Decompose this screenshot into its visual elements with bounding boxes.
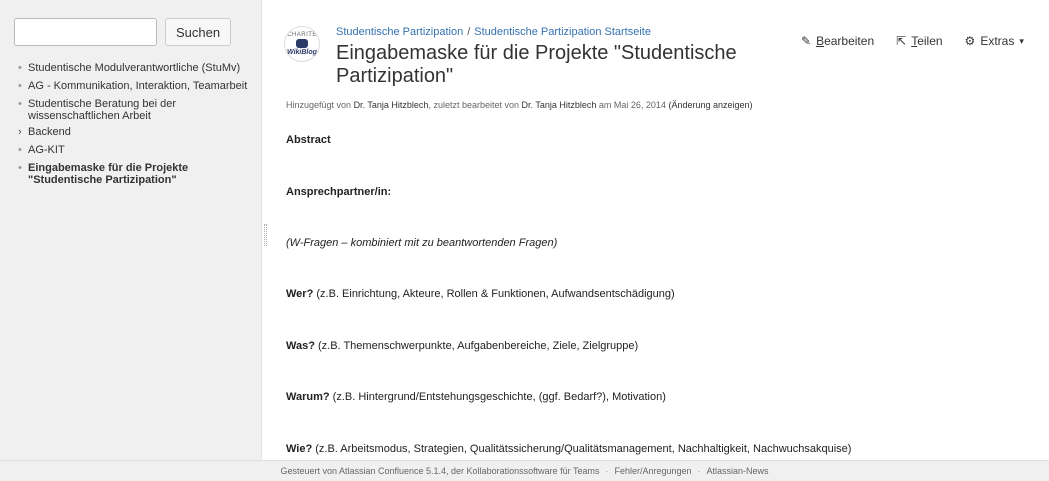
question-warum: Warum? (z.B. Hintergrund/Entstehungsgesc…	[286, 391, 666, 403]
share-icon: ⇱	[896, 34, 907, 48]
page-actions: ✎ Bearbeiten ⇱ Teilen ⚙ Extras ▾	[801, 34, 1024, 48]
tools-menu-button[interactable]: ⚙ Extras ▾	[965, 34, 1024, 48]
footer-powered-by: Gesteuert von Atlassian Confluence 5.1.4…	[280, 466, 600, 476]
tree-item-label[interactable]: Studentische Modulverantwortliche (StuMv…	[28, 62, 250, 74]
edit-label: Bearbeiten	[816, 34, 875, 48]
space-logo[interactable]: CHARITÉ WikiBlog	[284, 26, 320, 62]
editor-link[interactable]: Dr. Tanja Hitzblech	[522, 100, 597, 110]
footer-separator: ·	[697, 466, 701, 476]
sidebar-resize-handle[interactable]	[264, 224, 267, 246]
breadcrumb-item[interactable]: Studentische Partizipation Startseite	[474, 26, 651, 38]
view-changes-link[interactable]: (Änderung anzeigen)	[668, 100, 752, 110]
tools-label: Extras	[980, 34, 1015, 48]
tree-item-label[interactable]: AG-KIT	[28, 144, 250, 156]
page-tree: • Studentische Modulverantwortliche (Stu…	[18, 62, 250, 192]
author-link[interactable]: Dr. Tanja Hitzblech	[354, 100, 429, 110]
tree-item-stumv[interactable]: • Studentische Modulverantwortliche (Stu…	[18, 62, 250, 74]
meta-date: am Mai 26, 2014	[598, 100, 666, 110]
tree-item-ag-kommunikation[interactable]: • AG - Kommunikation, Interaktion, Teama…	[18, 80, 250, 92]
search-button[interactable]: Suchen	[165, 18, 232, 46]
abstract-heading: Abstract	[286, 134, 331, 146]
footer-feedback-link[interactable]: Fehler/Anregungen	[614, 466, 691, 476]
chevron-right-icon[interactable]: ›	[18, 126, 28, 138]
edit-button[interactable]: ✎ Bearbeiten	[801, 34, 874, 48]
sidebar: Suchen • Studentische Modulverantwortlic…	[0, 0, 262, 460]
bullet-icon: •	[18, 162, 22, 174]
bullet-icon: •	[18, 98, 22, 110]
breadcrumb-separator: /	[467, 26, 471, 38]
question-wie: Wie? (z.B. Arbeitsmodus, Strategien, Qua…	[286, 443, 852, 455]
footer-separator: ·	[605, 466, 609, 476]
bullet-icon: •	[18, 62, 22, 74]
tree-item-label[interactable]: Eingabemaske für die Projekte "Studentis…	[28, 162, 250, 186]
w-questions-note: (W-Fragen – kombiniert mit zu beantworte…	[286, 237, 558, 249]
tree-item-label[interactable]: Studentische Beratung bei der wissenscha…	[28, 98, 250, 122]
tree-item-ag-kit[interactable]: • AG-KIT	[18, 144, 250, 156]
footer-news-link[interactable]: Atlassian-News	[707, 466, 769, 476]
breadcrumb-item[interactable]: Studentische Partizipation	[336, 26, 463, 38]
main-content: CHARITÉ WikiBlog Studentische Partizipat…	[270, 0, 1049, 460]
logo-top-text: CHARITÉ	[287, 32, 317, 38]
share-button[interactable]: ⇱ Teilen	[896, 34, 942, 48]
search-input[interactable]	[14, 18, 157, 46]
meta-edited-by: , zuletzt bearbeitet von	[428, 100, 519, 110]
logo-figure-icon	[296, 39, 308, 48]
tree-item-beratung[interactable]: • Studentische Beratung bei der wissensc…	[18, 98, 250, 122]
page-title: Eingabemaske für die Projekte "Studentis…	[336, 42, 737, 87]
question-was: Was? (z.B. Themenschwerpunkte, Aufgabenb…	[286, 340, 639, 352]
share-label: Teilen	[911, 34, 943, 48]
tree-item-current[interactable]: • Eingabemaske für die Projekte "Student…	[18, 162, 250, 186]
breadcrumb: Studentische Partizipation / Studentisch…	[336, 26, 651, 38]
footer: Gesteuert von Atlassian Confluence 5.1.4…	[0, 460, 1049, 481]
bullet-icon: •	[18, 80, 22, 92]
bullet-icon: •	[18, 144, 22, 156]
tree-item-label[interactable]: AG - Kommunikation, Interaktion, Teamarb…	[28, 80, 250, 92]
tree-item-backend[interactable]: › Backend	[18, 126, 250, 138]
pencil-icon: ✎	[801, 34, 812, 48]
meta-added-by: Hinzugefügt von	[286, 100, 352, 110]
page-metadata: Hinzugefügt von Dr. Tanja Hitzblech, zul…	[286, 100, 753, 110]
contact-heading: Ansprechpartner/in:	[286, 186, 392, 198]
logo-bottom-text: WikiBlog	[287, 49, 317, 56]
question-wer: Wer? (z.B. Einrichtung, Akteure, Rollen …	[286, 288, 675, 300]
sidebar-search: Suchen	[14, 18, 232, 46]
chevron-down-icon: ▾	[1019, 35, 1024, 46]
tree-item-label[interactable]: Backend	[28, 126, 250, 138]
gear-icon: ⚙	[964, 34, 976, 48]
